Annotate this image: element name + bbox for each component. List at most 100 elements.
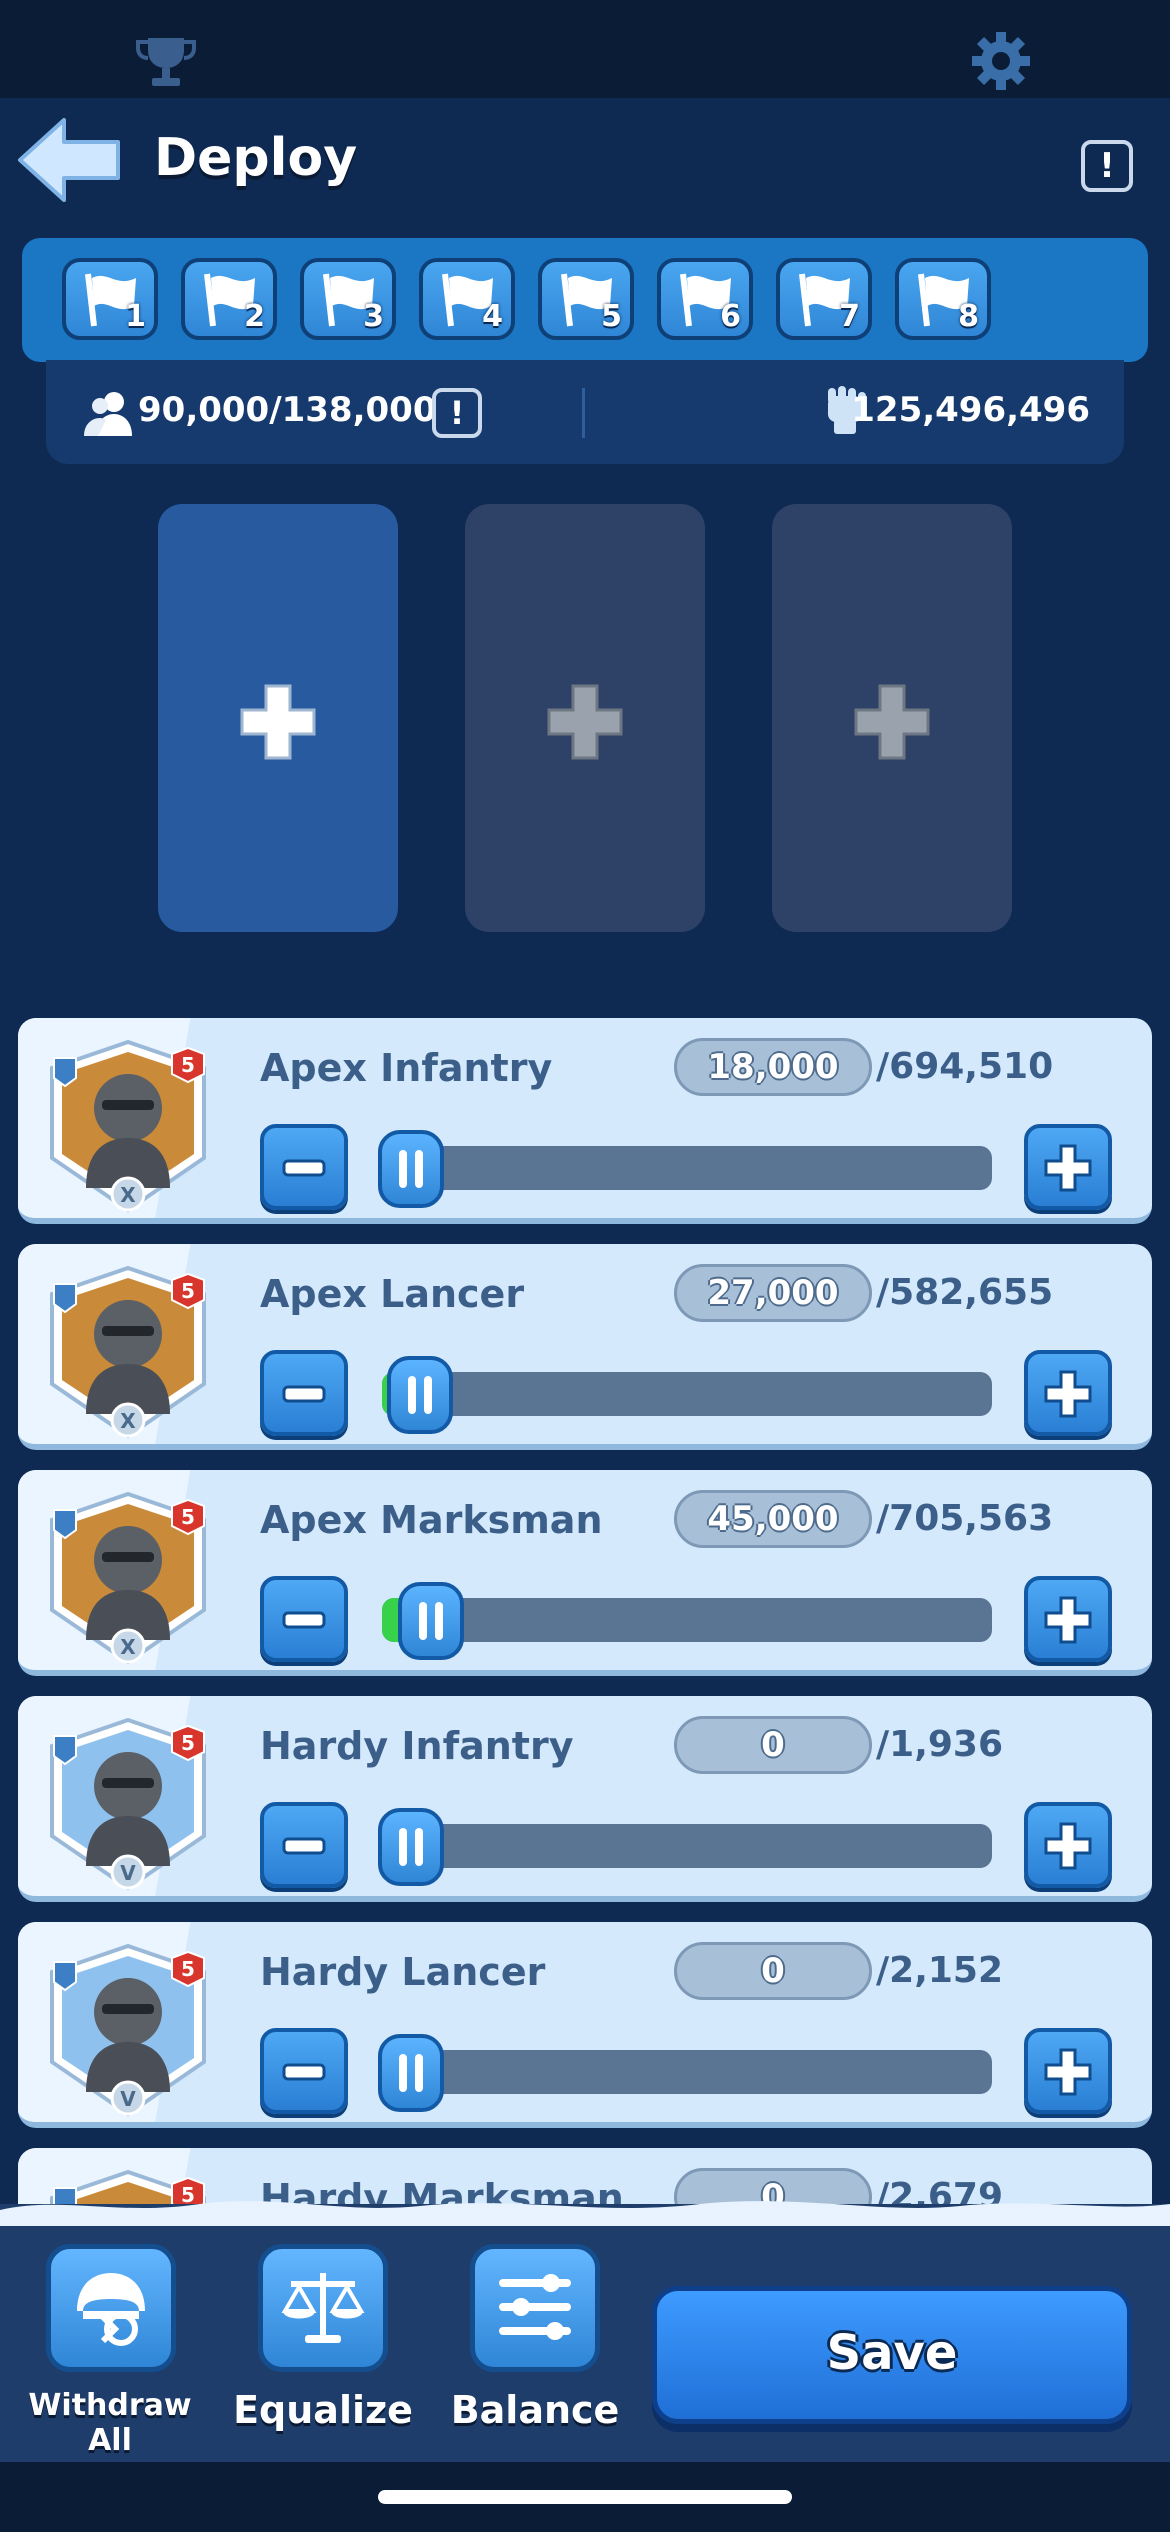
save-button[interactable]: Save — [652, 2286, 1132, 2424]
troop-level: 5 — [181, 1505, 195, 1529]
equalize-button[interactable] — [258, 2244, 388, 2372]
flag-tab-5[interactable]: 5 — [538, 258, 634, 340]
page-title: Deploy — [154, 128, 358, 188]
divider — [582, 388, 585, 438]
troop-level: 5 — [181, 1279, 195, 1303]
increase-button[interactable] — [1024, 1124, 1112, 1210]
home-indicator[interactable] — [378, 2490, 792, 2504]
troop-name: Apex Marksman — [260, 1498, 603, 1542]
save-label: Save — [826, 2325, 958, 2381]
troop-name: Apex Lancer — [260, 1272, 525, 1316]
plus-icon — [240, 684, 316, 760]
plus-icon — [1044, 1370, 1092, 1418]
info-button[interactable]: ! — [1081, 140, 1133, 192]
troop-capacity: 90,000/138,000 — [138, 390, 437, 430]
minus-icon — [282, 1159, 326, 1177]
troop-row: 5 V Hardy Lancer 0 /2,152 — [18, 1922, 1152, 2128]
troop-name: Hardy Infantry — [260, 1724, 574, 1768]
flag-tab-6[interactable]: 6 — [657, 258, 753, 340]
troop-max: /2,152 — [876, 1950, 1004, 1991]
troop-count-input[interactable]: 18,000 — [674, 1038, 872, 1096]
troop-tier: X — [120, 1635, 136, 1659]
troop-portrait-icon[interactable]: 5 X — [46, 1264, 210, 1442]
slider-thumb[interactable] — [378, 1808, 444, 1886]
capacity-info-button[interactable]: ! — [432, 388, 482, 438]
plus-icon — [1044, 1596, 1092, 1644]
troop-row: 5 X Apex Infantry 18,000 /694,510 — [18, 1018, 1152, 1224]
troop-row: 5 V Hardy Infantry 0 /1,936 — [18, 1696, 1152, 1902]
troop-slider[interactable] — [378, 2034, 992, 2112]
troop-count-input[interactable]: 27,000 — [674, 1264, 872, 1322]
troop-level: 5 — [181, 1957, 195, 1981]
bottom-toolbar: Withdraw All Equalize Balance Save — [0, 2201, 1170, 2462]
troop-tier: V — [120, 2087, 136, 2111]
flag-tab-2[interactable]: 2 — [181, 258, 277, 340]
troop-portrait-icon[interactable]: 5 X — [46, 1038, 210, 1216]
troop-level: 5 — [181, 1053, 195, 1077]
troop-tier: X — [120, 1409, 136, 1433]
slider-thumb[interactable] — [387, 1356, 453, 1434]
troop-tier: V — [120, 1861, 136, 1885]
hero-slot-2[interactable] — [465, 504, 705, 932]
plus-icon — [1044, 2048, 1092, 2096]
flag-tab-1[interactable]: 1 — [62, 258, 158, 340]
plus-icon — [1044, 1144, 1092, 1192]
troop-portrait-icon[interactable]: 5 V — [46, 1942, 210, 2120]
slider-thumb[interactable] — [398, 1582, 464, 1660]
flag-tab-8[interactable]: 8 — [895, 258, 991, 340]
plus-icon — [1044, 1822, 1092, 1870]
plus-icon — [854, 684, 930, 760]
sliders-icon — [499, 2274, 571, 2340]
total-power: 125,496,496 — [851, 390, 1090, 430]
withdraw-all-button[interactable] — [46, 2244, 176, 2372]
decrease-button[interactable] — [260, 2028, 348, 2114]
capacity-bar: 90,000/138,000 ! 125,496,496 — [46, 360, 1124, 464]
increase-button[interactable] — [1024, 2028, 1112, 2114]
trophy-icon[interactable] — [136, 34, 196, 88]
slider-thumb[interactable] — [378, 2034, 444, 2112]
hero-slot-3[interactable] — [772, 504, 1012, 932]
flag-tab-4[interactable]: 4 — [419, 258, 515, 340]
flag-tab-7[interactable]: 7 — [776, 258, 872, 340]
minus-icon — [282, 2063, 326, 2081]
troop-max: /1,936 — [876, 1724, 1004, 1765]
back-arrow-icon[interactable] — [14, 114, 126, 206]
slider-thumb[interactable] — [378, 1130, 444, 1208]
troop-count-input[interactable]: 0 — [674, 1942, 872, 2000]
decrease-button[interactable] — [260, 1802, 348, 1888]
troop-count-input[interactable]: 0 — [674, 1716, 872, 1774]
home-strip — [0, 2462, 1170, 2532]
snow-edge — [0, 2201, 1170, 2226]
troop-portrait-icon[interactable]: 5 X — [46, 1490, 210, 1668]
troop-slider[interactable] — [378, 1130, 992, 1208]
troop-name: Hardy Lancer — [260, 1950, 546, 1994]
balance-button[interactable] — [470, 2244, 600, 2372]
troop-level: 5 — [181, 1731, 195, 1755]
minus-icon — [282, 1611, 326, 1629]
hero-slot-1[interactable] — [158, 504, 398, 932]
troop-max: /705,563 — [876, 1498, 1054, 1539]
increase-button[interactable] — [1024, 1350, 1112, 1436]
troop-tier: X — [120, 1183, 136, 1207]
flag-tab-3[interactable]: 3 — [300, 258, 396, 340]
troop-count-input[interactable]: 45,000 — [674, 1490, 872, 1548]
troop-row: 5 X Apex Marksman 45,000 /705,563 — [18, 1470, 1152, 1676]
troop-slider[interactable] — [382, 1356, 992, 1434]
minus-icon — [282, 1385, 326, 1403]
troop-slider[interactable] — [382, 1582, 992, 1660]
header: Deploy ! — [0, 98, 1170, 230]
increase-button[interactable] — [1024, 1576, 1112, 1662]
troop-slider[interactable] — [378, 1808, 992, 1886]
decrease-button[interactable] — [260, 1124, 348, 1210]
decrease-button[interactable] — [260, 1350, 348, 1436]
helmet-withdraw-icon — [77, 2273, 145, 2346]
equalize-label: Equalize — [233, 2388, 413, 2432]
withdraw-all-label: Withdraw All — [28, 2388, 192, 2458]
troop-name: Apex Infantry — [260, 1046, 553, 1090]
troop-portrait-icon[interactable]: 5 V — [46, 1716, 210, 1894]
scales-icon — [281, 2273, 365, 2343]
balance-label: Balance — [450, 2388, 620, 2432]
decrease-button[interactable] — [260, 1576, 348, 1662]
gear-icon[interactable] — [972, 32, 1030, 90]
increase-button[interactable] — [1024, 1802, 1112, 1888]
